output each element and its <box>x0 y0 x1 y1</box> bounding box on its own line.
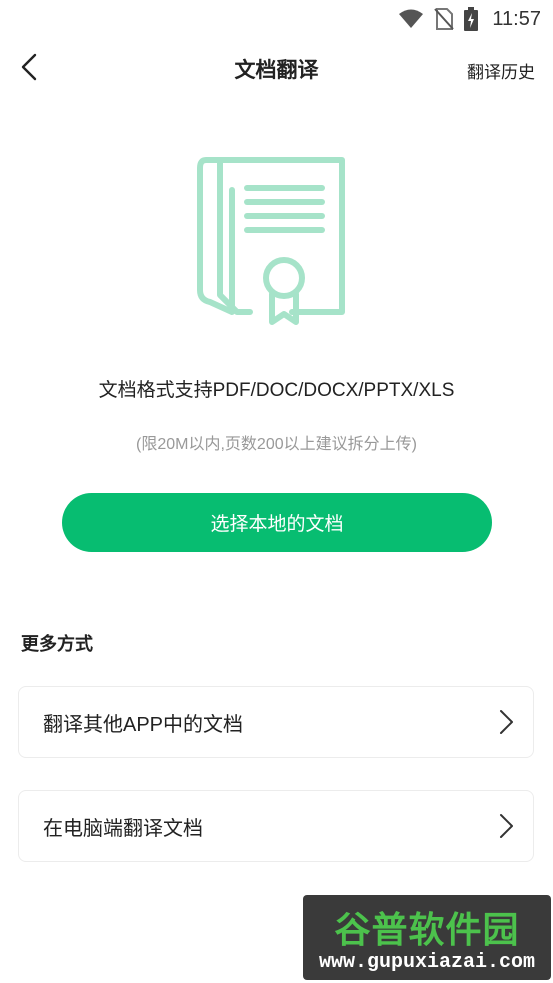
hero-illustration <box>0 150 553 334</box>
battery-charging-icon <box>464 7 479 31</box>
status-time: 11:57 <box>492 7 541 30</box>
option-label: 翻译其他APP中的文档 <box>43 713 244 736</box>
more-options-title: 更多方式 <box>21 634 93 655</box>
chevron-right-icon <box>497 813 515 839</box>
translation-history-button[interactable]: 翻译历史 <box>467 58 535 83</box>
supported-formats-text: 文档格式支持PDF/DOC/DOCX/PPTX/XLS <box>98 380 455 401</box>
status-bar: 11:57 <box>0 0 553 38</box>
header: 文档翻译 翻译历史 <box>0 40 553 100</box>
no-sim-icon <box>434 7 455 31</box>
watermark-title: 谷普软件园 <box>334 910 520 951</box>
select-local-document-button[interactable]: 选择本地的文档 <box>62 493 492 552</box>
watermark-logo: 谷普软件园 www.gupuxiazai.com <box>303 895 551 980</box>
document-certificate-icon <box>192 150 362 334</box>
translate-on-computer-option[interactable]: 在电脑端翻译文档 <box>18 790 534 862</box>
watermark-url: www.gupuxiazai.com <box>318 951 536 974</box>
wifi-icon <box>398 9 424 29</box>
option-label: 在电脑端翻译文档 <box>43 817 203 840</box>
file-limit-text: (限20M以内,页数200以上建议拆分上传) <box>136 436 417 453</box>
chevron-right-icon <box>497 709 515 735</box>
translate-from-other-app-option[interactable]: 翻译其他APP中的文档 <box>18 686 534 758</box>
